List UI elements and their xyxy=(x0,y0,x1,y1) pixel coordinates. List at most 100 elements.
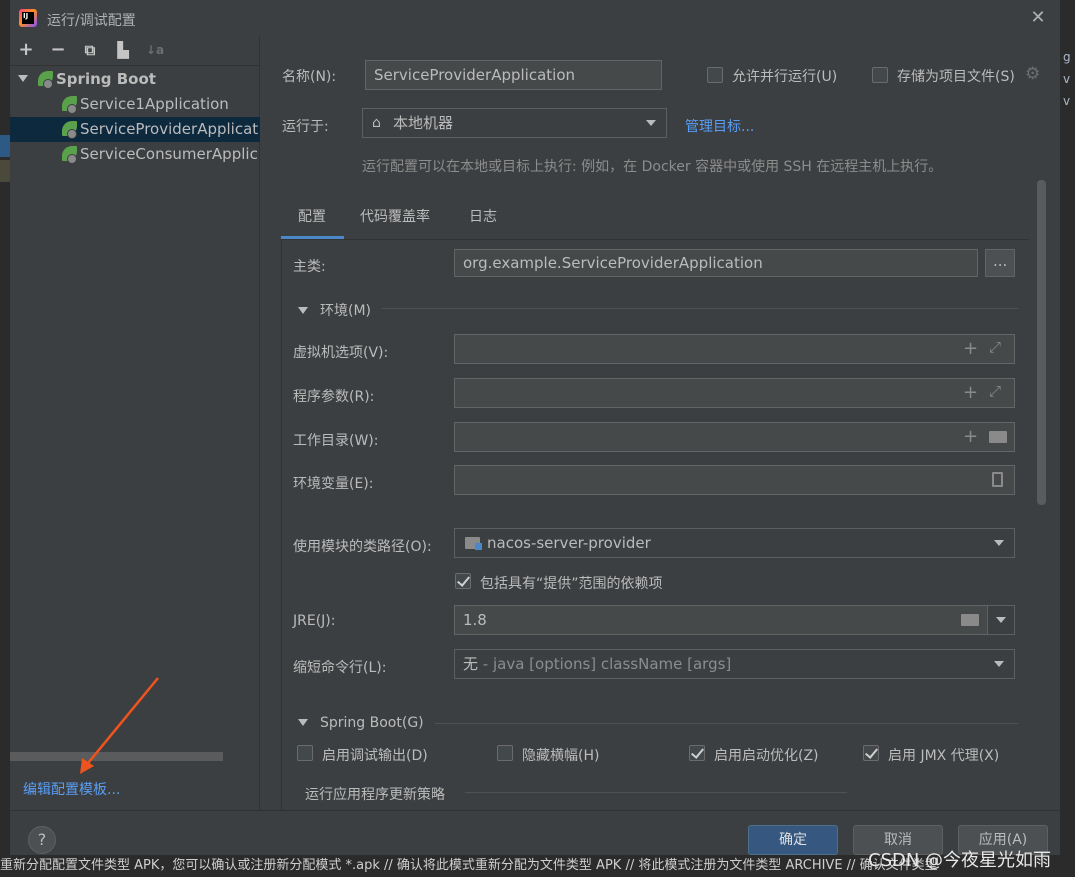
shorten-value: 无 xyxy=(463,655,479,673)
program-args-label: 程序参数(R): xyxy=(293,389,375,405)
title-bar xyxy=(10,0,1060,36)
new-folder-icon[interactable]: ▙ xyxy=(113,40,133,60)
store-as-file-checkbox[interactable] xyxy=(872,67,888,83)
tree-group-label: Spring Boot xyxy=(56,70,156,88)
annotation-arrow xyxy=(80,677,159,774)
store-as-file-label: 存储为项目文件(S) xyxy=(897,69,1015,85)
jmx-agent-checkbox[interactable] xyxy=(863,745,879,761)
debug-output-label: 启用调试输出(D) xyxy=(322,748,428,764)
launch-optimization-label: 启用启动优化(Z) xyxy=(714,748,819,764)
manage-targets-link[interactable]: 管理目标... xyxy=(685,116,754,136)
home-icon: ⌂ xyxy=(372,115,381,131)
debug-output-checkbox[interactable] xyxy=(297,745,313,761)
env-vars-input[interactable] xyxy=(454,465,1015,495)
classpath-value: nacos-server-provider xyxy=(487,534,651,552)
tree-item-label: ServiceConsumerApplic xyxy=(80,145,258,163)
strip-char: v xyxy=(1063,94,1071,108)
jre-label: JRE(J): xyxy=(293,613,336,629)
env-vars-label: 环境变量(E): xyxy=(293,476,374,492)
right-editor-strip: g v v xyxy=(1060,0,1075,877)
vertical-scrollbar[interactable] xyxy=(1037,180,1046,505)
allow-parallel-checkbox[interactable] xyxy=(707,67,723,83)
tree-item-service1[interactable]: Service1Application xyxy=(10,92,260,117)
jmx-agent-label: 启用 JMX 代理(X) xyxy=(888,748,1000,764)
name-label: 名称(N): xyxy=(282,69,337,85)
include-provided-label: 包括具有“提供”范围的依赖项 xyxy=(480,576,663,592)
tab-code-coverage[interactable]: 代码覆盖率 xyxy=(360,206,430,226)
folder-icon[interactable] xyxy=(989,431,1007,443)
csdn-watermark: CSDN @今夜星光如雨 xyxy=(868,850,1052,871)
left-editor-strip xyxy=(0,0,10,877)
classpath-dropdown[interactable]: nacos-server-provider xyxy=(454,528,1015,558)
edit-config-templates-link[interactable]: 编辑配置模板... xyxy=(23,779,120,799)
vm-options-label: 虚拟机选项(V): xyxy=(293,345,389,361)
chevron-down-icon xyxy=(646,120,656,126)
divider xyxy=(382,308,1018,309)
shorten-cmdline-dropdown[interactable]: 无 - java [options] className [args] xyxy=(454,649,1015,679)
main-class-input[interactable]: org.example.ServiceProviderApplication xyxy=(454,249,978,277)
divider xyxy=(465,792,847,793)
chevron-down-icon xyxy=(996,617,1006,623)
work-dir-input[interactable] xyxy=(454,422,1015,452)
tree-item-service-provider[interactable]: ServiceProviderApplicat xyxy=(10,117,260,142)
chevron-down-icon xyxy=(298,719,308,726)
tab-logs[interactable]: 日志 xyxy=(469,206,497,226)
chevron-down-icon xyxy=(994,661,1004,667)
run-on-dropdown[interactable]: ⌂ 本地机器 xyxy=(362,108,667,138)
spring-boot-app-icon xyxy=(62,96,77,114)
tree-item-service-consumer[interactable]: ServiceConsumerApplic xyxy=(10,142,260,167)
tab-separator xyxy=(281,239,1029,240)
launch-optimization-checkbox[interactable] xyxy=(689,745,705,761)
hide-banner-checkbox[interactable] xyxy=(497,745,513,761)
document-icon[interactable] xyxy=(992,472,1003,487)
sort-icon[interactable]: ↓a xyxy=(145,40,165,60)
spring-boot-section-header[interactable]: Spring Boot(G) xyxy=(298,715,424,731)
gear-icon[interactable]: ⚙ xyxy=(1025,64,1040,84)
run-debug-config-dialog: g v v IJ 运行/调试配置 ✕ + − ⧉ ▙ ↓a Spring Boo… xyxy=(0,0,1075,877)
work-dir-label: 工作目录(W): xyxy=(293,433,379,449)
main-class-label: 主类: xyxy=(293,259,326,275)
copy-icon[interactable]: ⧉ xyxy=(80,40,100,60)
close-icon[interactable]: ✕ xyxy=(1026,6,1050,30)
run-on-value: 本地机器 xyxy=(393,114,454,132)
expand-icon[interactable]: ⤢ xyxy=(989,338,1001,356)
ok-button[interactable]: 确定 xyxy=(748,825,838,855)
remove-icon[interactable]: − xyxy=(48,40,68,60)
folder-icon[interactable] xyxy=(961,614,979,626)
add-icon[interactable]: + xyxy=(16,40,36,60)
tree-group-spring-boot[interactable]: Spring Boot xyxy=(10,67,260,92)
plus-icon[interactable]: + xyxy=(963,426,978,447)
tab-config[interactable]: 配置 xyxy=(298,206,326,226)
jre-input[interactable]: 1.8 xyxy=(454,605,988,635)
hide-banner-label: 隐藏横幅(H) xyxy=(522,748,600,764)
env-section-label: 环境(M) xyxy=(320,303,372,319)
spring-boot-app-icon xyxy=(62,146,77,164)
browse-main-class-button[interactable]: ... xyxy=(985,249,1015,277)
plus-icon[interactable]: + xyxy=(963,382,978,403)
divider xyxy=(435,723,1018,724)
strip-char: g xyxy=(1063,50,1071,64)
allow-parallel-label: 允许并行运行(U) xyxy=(732,69,838,85)
name-input[interactable]: ServiceProviderApplication xyxy=(365,60,662,90)
env-section-header[interactable]: 环境(M) xyxy=(298,300,371,320)
tree-item-label: Service1Application xyxy=(80,95,229,113)
classpath-label: 使用模块的类路径(O): xyxy=(293,539,432,555)
shorten-cmdline-label: 缩短命令行(L): xyxy=(293,660,387,676)
window-title: 运行/调试配置 xyxy=(47,13,136,29)
plus-icon[interactable]: + xyxy=(963,338,978,359)
spring-boot-icon xyxy=(38,71,53,89)
expand-icon[interactable]: ⤢ xyxy=(989,382,1001,400)
spring-boot-app-icon xyxy=(62,121,77,139)
jre-dropdown-button[interactable] xyxy=(987,605,1015,635)
strip-char: v xyxy=(1063,72,1071,86)
shorten-value-hint: - java [options] className [args] xyxy=(478,655,732,673)
chevron-down-icon xyxy=(298,307,308,314)
program-args-input[interactable] xyxy=(454,378,1015,408)
chevron-down-icon[interactable] xyxy=(18,75,28,82)
help-button[interactable]: ? xyxy=(28,826,56,854)
run-hint-text: 运行配置可以在本地或目标上执行: 例如，在 Docker 容器中或使用 SSH … xyxy=(362,159,943,175)
vm-options-input[interactable] xyxy=(454,334,1015,364)
intellij-logo-icon: IJ xyxy=(19,9,37,27)
tree-item-label: ServiceProviderApplicat xyxy=(80,120,259,138)
include-provided-checkbox[interactable] xyxy=(455,573,471,589)
